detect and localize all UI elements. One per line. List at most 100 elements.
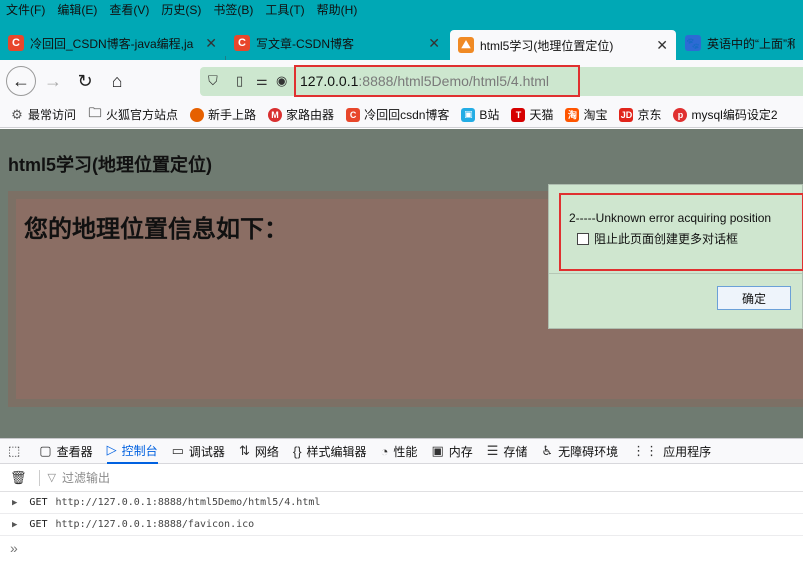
reload-icon: ↻: [77, 70, 93, 91]
pick-element-icon: ⬚: [8, 443, 21, 458]
tab-label: 存储: [503, 444, 528, 459]
bilibili-icon: ▣: [461, 107, 476, 122]
menu-edit[interactable]: 编辑(E): [51, 0, 103, 20]
console-filter-bar: 🗑 ▽ 过滤输出: [0, 464, 803, 492]
alert-dialog: 2-----Unknown error acquiring position 阻…: [548, 184, 803, 329]
arrow-left-icon: ←: [12, 70, 30, 91]
menu-view[interactable]: 查看(V): [103, 0, 155, 20]
bookmarks-toolbar: ⚙ 最常访问 🗀 火狐官方站点 新手上路 M 家路由器 C 冷回回csdn博客 …: [0, 102, 803, 128]
trash-icon[interactable]: 🗑: [10, 470, 27, 486]
tab-label: 控制台: [121, 443, 158, 458]
address-bar[interactable]: ⛉ ▯ ⚌ ◉ 127.0.0.1:8888/html5Demo/html5/4…: [200, 65, 803, 97]
tab-memory[interactable]: ▣ 内存: [431, 438, 472, 464]
arrow-right-icon: →: [44, 70, 62, 91]
tab-application[interactable]: ⋮⋮ 应用程序: [632, 438, 711, 464]
tab-strip: C 冷回回_CSDN博客-java编程,ja ✕ C 写文章-CSDN博客 ✕ …: [0, 20, 803, 74]
bookmark-label: mysql编码设定2: [691, 108, 778, 122]
bookmark-most-visited[interactable]: ⚙ 最常访问: [10, 106, 76, 123]
bookmark-jd[interactable]: JD 京东: [619, 106, 661, 123]
tab-debugger[interactable]: ▭ 调试器: [172, 438, 225, 464]
ok-button[interactable]: 确定: [717, 286, 791, 310]
console-log-row[interactable]: ▶ GET http://127.0.0.1:8888/favicon.ico: [0, 514, 803, 536]
bookmark-label: 京东: [637, 108, 662, 122]
csdn-icon: C: [234, 35, 250, 51]
tab-performance[interactable]: ◔ 性能: [381, 438, 418, 464]
bookmark-firefox-site[interactable]: 🗀 火狐官方站点: [88, 105, 179, 123]
tab-label: 内存: [448, 444, 473, 459]
back-button[interactable]: ←: [6, 66, 36, 96]
reload-button[interactable]: ↻: [70, 66, 100, 96]
bookmark-home-router[interactable]: M 家路由器: [268, 106, 334, 123]
menu-tools[interactable]: 工具(T): [259, 0, 310, 20]
bookmark-mysql[interactable]: p mysql编码设定2: [673, 106, 778, 123]
page-heading: html5学习(地理位置定位): [8, 155, 212, 175]
expand-triangle-icon[interactable]: ▶: [12, 498, 17, 508]
bookmark-label: 最常访问: [28, 108, 77, 122]
navigation-bar: ← → ↻ ⌂ ⛉ ▯ ⚌ ◉ 127.0.0.1:8888/html5Demo…: [0, 60, 803, 102]
shield-icon[interactable]: ⛉: [208, 73, 218, 89]
suppress-dialogs-checkbox[interactable]: 阻止此页面创建更多对话框: [577, 230, 738, 247]
log-url[interactable]: http://127.0.0.1:8888/html5Demo/html5/4.…: [55, 497, 320, 508]
bookmark-label: 新手上路: [208, 108, 257, 122]
forward-button[interactable]: →: [38, 66, 68, 96]
location-icon[interactable]: ◉: [276, 73, 287, 89]
devtools-toolbar: ⬚ ▢ 查看器 ▷ 控制台 ▭ 调试器 ⇅ 网络 {} 样式编辑器 ◔ 性能 ▣…: [0, 438, 803, 464]
divider: [38, 469, 40, 486]
filter-input[interactable]: 过滤输出: [62, 469, 110, 486]
bookmark-label: 淘宝: [583, 108, 608, 122]
permissions-icon[interactable]: ⚌: [256, 73, 268, 89]
bookmark-label: 天猫: [529, 108, 554, 122]
close-icon[interactable]: ✕: [205, 35, 217, 52]
close-icon[interactable]: ✕: [428, 35, 440, 52]
jd-icon: JD: [619, 107, 634, 122]
tab-html5-geolocation[interactable]: ⛰ html5学习(地理位置定位) ✕: [450, 30, 676, 60]
home-button[interactable]: ⌂: [102, 66, 132, 96]
firefox-icon: [190, 107, 205, 122]
page-info-icon[interactable]: ▯: [236, 73, 243, 89]
url-path: :8888/html5Demo/html5/4.html: [358, 73, 550, 89]
tab-network[interactable]: ⇅ 网络: [239, 438, 279, 464]
close-icon[interactable]: ✕: [656, 37, 668, 54]
style-editor-icon: {}: [292, 443, 302, 459]
menu-history[interactable]: 历史(S): [155, 0, 207, 20]
baidu-icon: 🐾: [685, 35, 701, 51]
devtools-pick-element[interactable]: ⬚: [8, 438, 25, 464]
tab-console[interactable]: ▷ 控制台: [106, 438, 158, 464]
bookmark-taobao[interactable]: 淘 淘宝: [565, 106, 607, 123]
expand-triangle-icon[interactable]: ▶: [12, 520, 17, 530]
menu-help[interactable]: 帮助(H): [311, 0, 364, 20]
menu-bookmarks[interactable]: 书签(B): [207, 0, 259, 20]
csdn-icon: C: [346, 107, 361, 122]
tab-inspector[interactable]: ▢ 查看器: [39, 438, 92, 464]
tab-csdn-blog[interactable]: C 冷回回_CSDN博客-java编程,ja ✕: [0, 28, 225, 58]
console-log-row[interactable]: ▶ GET http://127.0.0.1:8888/html5Demo/ht…: [0, 492, 803, 514]
dialog-message: 2-----Unknown error acquiring position: [569, 211, 772, 225]
tab-label: 样式编辑器: [306, 444, 367, 459]
url-host: 127.0.0.1: [300, 73, 359, 89]
bookmark-csdn-blog[interactable]: C 冷回回csdn博客: [346, 106, 449, 123]
console-input-prompt[interactable]: »: [10, 540, 18, 556]
tab-baidu[interactable]: 🐾 英语中的“上面”和“: [677, 28, 803, 58]
bookmark-tmall[interactable]: T 天猫: [511, 106, 553, 123]
checkbox-box[interactable]: [577, 232, 589, 245]
tab-label: 网络: [254, 444, 279, 459]
tab-label: 性能: [393, 444, 418, 459]
tab-accessibility[interactable]: ♿ 无障碍环境: [541, 438, 618, 464]
tab-style-editor[interactable]: {} 样式编辑器: [293, 438, 367, 464]
network-icon: ⇅: [238, 443, 250, 458]
bookmark-label: 家路由器: [286, 108, 335, 122]
bookmark-getting-started[interactable]: 新手上路: [190, 106, 256, 123]
console-icon: ▷: [106, 442, 117, 457]
tab-label: 冷回回_CSDN博客-java编程,ja: [30, 36, 194, 51]
tmall-icon: T: [511, 107, 526, 122]
bookmark-bilibili[interactable]: ▣ B站: [461, 106, 499, 123]
url-text[interactable]: 127.0.0.1:8888/html5Demo/html5/4.html: [300, 73, 549, 89]
menu-file[interactable]: 文件(F): [0, 0, 51, 20]
log-url[interactable]: http://127.0.0.1:8888/favicon.ico: [55, 519, 254, 530]
tab-storage[interactable]: ☰ 存储: [487, 438, 528, 464]
tab-write-article[interactable]: C 写文章-CSDN博客 ✕: [226, 28, 448, 58]
menu-bar: 文件(F) 编辑(E) 查看(V) 历史(S) 书签(B) 工具(T) 帮助(H…: [0, 0, 803, 20]
tab-label: 英语中的“上面”和“: [707, 36, 795, 51]
tab-label: 无障碍环境: [558, 444, 619, 459]
geo-info-title: 您的地理位置信息如下：: [24, 216, 288, 243]
